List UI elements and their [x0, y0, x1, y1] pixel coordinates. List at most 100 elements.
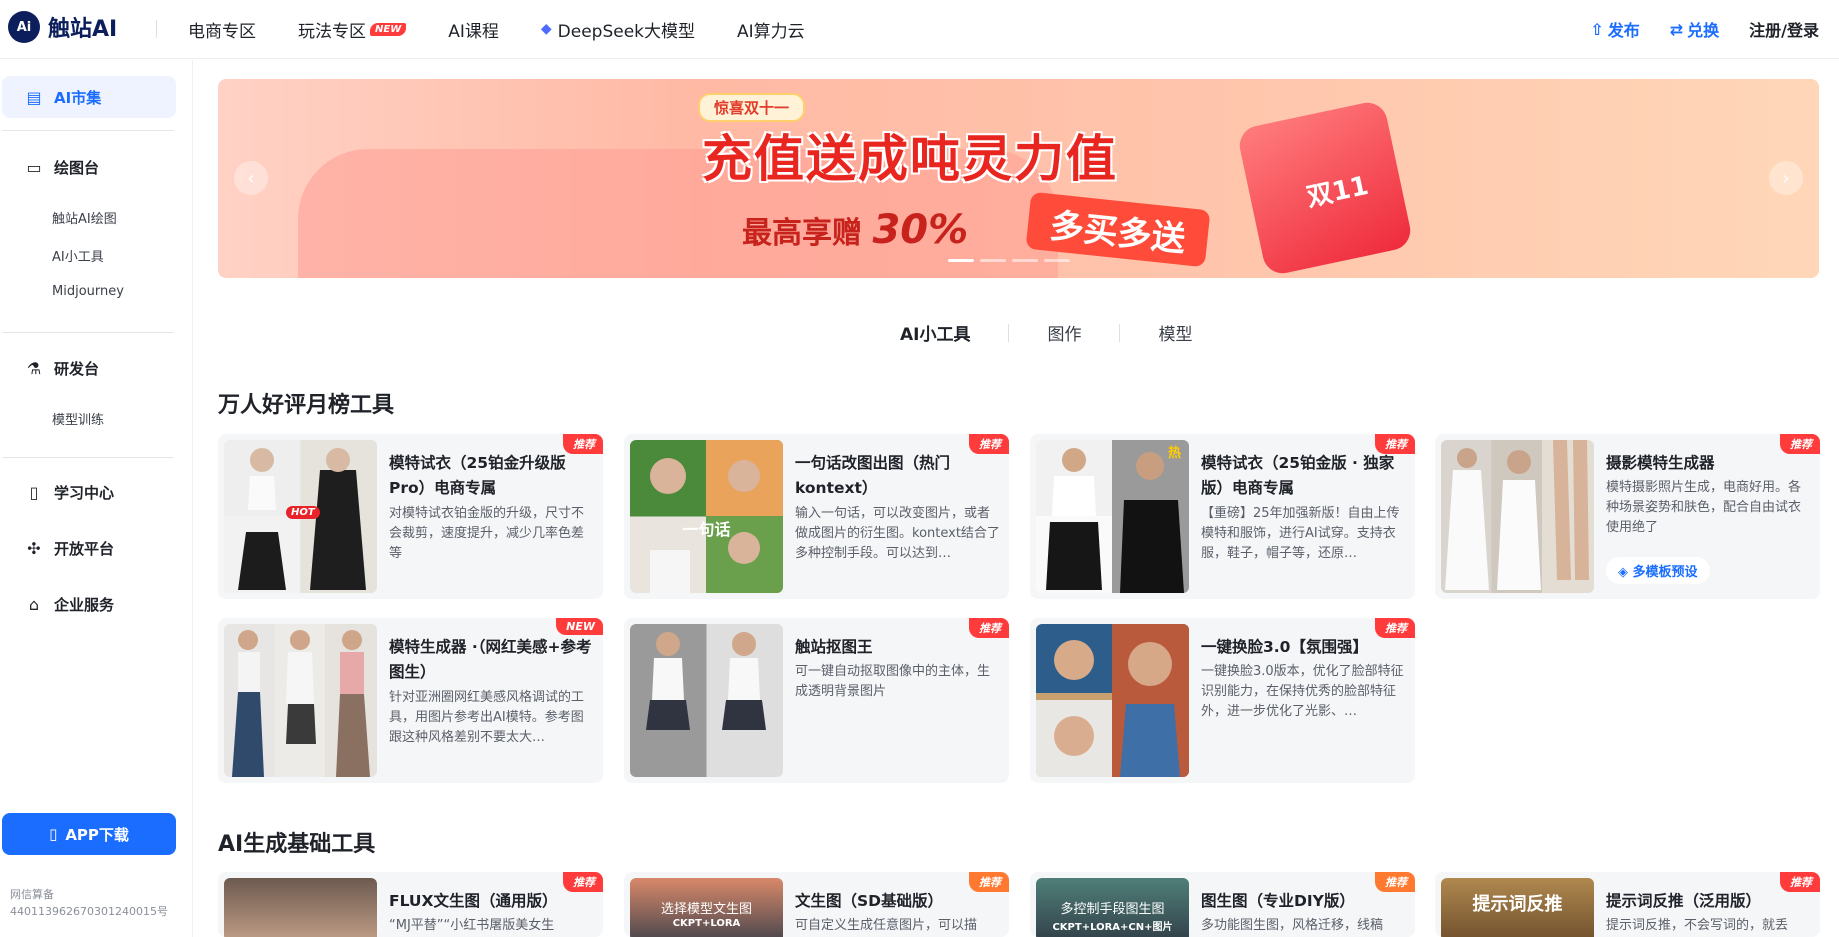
overlay-sublabel: CKPT+LORA: [672, 918, 741, 929]
tool-description: 一键换脸3.0版本，优化了脸部特征识别能力，在保持优秀的脸部特征外，进一步优化了…: [1201, 664, 1404, 719]
banner-tag: 惊喜双十一: [698, 93, 806, 122]
tool-title: FLUX文生图（通用版）: [389, 892, 558, 910]
template-preset-button[interactable]: ◈ 多模板预设: [1606, 557, 1710, 584]
flask-icon: ⚗: [26, 358, 42, 378]
nav-compute-cloud[interactable]: AI算力云: [737, 17, 805, 42]
nav-ecommerce[interactable]: 电商专区: [188, 17, 256, 42]
tool-title: 触站抠图王: [795, 638, 873, 656]
overlay-sublabel: CKPT+LORA+CN+图片: [1052, 922, 1173, 933]
tool-description: “MJ平替”“小红书屠版美女生: [389, 918, 555, 933]
tool-card[interactable]: 提示词反推 推荐 提示词反推（泛用版） 提示词反推，不会写词的，就丢: [1435, 872, 1820, 937]
section-title-basic-tools: AI生成基础工具: [218, 832, 376, 857]
content-tabs: AI小工具 图作 模型: [862, 320, 1230, 345]
canvas-icon: ▭: [26, 157, 42, 177]
exchange-icon: ⇄: [1669, 19, 1684, 39]
login-button[interactable]: 注册/登录: [1749, 17, 1819, 41]
thumbnail-image: [646, 632, 766, 730]
tool-thumbnail: 多控制手段图生图 CKPT+LORA+CN+图片: [1036, 878, 1189, 937]
tab-works[interactable]: 图作: [1009, 320, 1119, 345]
tool-card[interactable]: HOT 推荐 模特试衣（25铂金升级版Pro）电商专属 对模特试衣铂金版的升级，…: [218, 434, 603, 599]
carousel-dot[interactable]: [1012, 259, 1038, 262]
divider: [2, 130, 174, 131]
banner-title: 充值送成吨灵力值: [702, 130, 1118, 188]
divider: [156, 20, 157, 38]
tool-description: 针对亚洲圈网红美感风格调试的工具，用图片参考出AI模特。参考图跟这种风格差别不要…: [389, 690, 585, 745]
tool-thumbnail: 热: [1036, 440, 1189, 593]
nav-courses[interactable]: AI课程: [448, 17, 499, 42]
sidebar-item-midjourney[interactable]: Midjourney: [52, 284, 124, 299]
next-arrow-icon[interactable]: ›: [1769, 161, 1803, 195]
record-info: 网信算备 440113962670301240015号: [10, 888, 168, 918]
tool-thumbnail: [1036, 624, 1189, 777]
tool-description: 多功能图生图，风格迁移，线稿: [1201, 918, 1384, 933]
network-icon: ✣: [27, 538, 41, 558]
tool-card[interactable]: 推荐 摄影模特生成器 模特摄影照片生成，电商好用。各种场景姿势和肤色，配合自由试…: [1435, 434, 1820, 599]
divider: [2, 457, 174, 458]
tool-description: 【重磅】25年加强新版！自由上传模特和服饰，进行AI试穿。支持衣服，鞋子，帽子等…: [1201, 506, 1400, 561]
layers-icon: ◈: [1618, 565, 1633, 580]
carousel-dot[interactable]: [1044, 259, 1070, 262]
tool-card[interactable]: 推荐 FLUX文生图（通用版） “MJ平替”“小红书屠版美女生: [218, 872, 603, 937]
thumbnail-image: [1445, 440, 1589, 590]
tool-title: 一键换脸3.0【氛围强】: [1201, 638, 1368, 656]
tool-title: 摄影模特生成器: [1606, 454, 1715, 472]
sidebar-item-learn[interactable]: ▯ 学习中心: [2, 474, 176, 510]
tool-card[interactable]: 选择模型文生图 CKPT+LORA 推荐 文生图（SD基础版） 可自定义生成任意…: [624, 872, 1009, 937]
tool-card[interactable]: 多控制手段图生图 CKPT+LORA+CN+图片 推荐 图生图（专业DIY版） …: [1030, 872, 1415, 937]
tool-thumbnail: 选择模型文生图 CKPT+LORA: [630, 878, 783, 937]
publish-button[interactable]: ⇧ 发布: [1590, 17, 1639, 41]
tool-card[interactable]: 推荐 一键换脸3.0【氛围强】 一键换脸3.0版本，优化了脸部特征识别能力，在保…: [1030, 618, 1415, 783]
thumbnail-image: [232, 630, 370, 777]
nav-play[interactable]: 玩法专区 NEW: [298, 17, 407, 42]
tool-thumbnail: [224, 624, 377, 777]
market-icon: ▤: [26, 87, 42, 107]
tool-description: 可一键自动抠取图像中的主体，生成透明背景图片: [795, 664, 991, 699]
sidebar-item-enterprise[interactable]: ⌂ 企业服务: [2, 586, 176, 622]
tool-card[interactable]: 热 推荐 模特试衣（25铂金版 · 独家版）电商专属 【重磅】25年加强新版！自…: [1030, 434, 1415, 599]
tool-thumbnail: [224, 878, 377, 937]
nav-deepseek[interactable]: ◆ DeepSeek大模型: [541, 17, 695, 42]
tool-title: 一句话改图出图（热门kontext）: [795, 454, 951, 497]
hot-label: 热: [1167, 446, 1181, 461]
tool-thumbnail: [1441, 440, 1594, 593]
tool-description: 可自定义生成任意图片，可以描: [795, 918, 978, 933]
tool-title: 模特试衣（25铂金版 · 独家版）电商专属: [1201, 454, 1395, 497]
prev-arrow-icon[interactable]: ‹: [234, 161, 268, 195]
tool-thumbnail: 一句话: [630, 440, 783, 593]
main-nav: 电商专区 玩法专区 NEW AI课程 ◆ DeepSeek大模型 AI算力云: [188, 14, 847, 44]
thumbnail-image: [1036, 624, 1189, 777]
tool-card[interactable]: 一句话 推荐 一句话改图出图（热门kontext） 输入一句话，可以改变图片，或…: [624, 434, 1009, 599]
sidebar-item-ai-draw[interactable]: 触站AI绘图: [52, 208, 117, 227]
building-icon: ⌂: [28, 594, 40, 614]
carousel-dot[interactable]: [948, 259, 974, 262]
app-download-button[interactable]: ▯ APP下载: [2, 813, 176, 855]
logo[interactable]: Ai 触站AI: [8, 11, 117, 43]
tool-card[interactable]: 推荐 触站抠图王 可一键自动抠取图像中的主体，生成透明背景图片: [624, 618, 1009, 783]
tool-description: 模特摄影照片生成，电商好用。各种场景姿势和肤色，配合自由试衣使用绝了: [1606, 480, 1802, 535]
overlay-label: 多控制手段图生图: [1060, 902, 1165, 917]
tab-models[interactable]: 模型: [1120, 320, 1230, 345]
sidebar-item-market[interactable]: ▤ AI市集: [2, 76, 176, 118]
sidebar-item-ai-tools[interactable]: AI小工具: [52, 246, 104, 265]
overlay-label: 提示词反推: [1472, 894, 1563, 915]
sidebar: ▤ AI市集 ▭ 绘图台 触站AI绘图 AI小工具 Midjourney ⚗ 研…: [0, 60, 193, 937]
banner-subtitle: 最高享赠 30%: [742, 207, 969, 253]
overlay-label: 一句话: [682, 520, 731, 539]
sidebar-item-draw[interactable]: ▭ 绘图台: [2, 149, 176, 185]
logo-icon: Ai: [8, 11, 40, 43]
carousel-dot[interactable]: [980, 259, 1006, 262]
tab-ai-tools[interactable]: AI小工具: [862, 320, 1008, 345]
tool-card[interactable]: NEW 模特生成器 ·（网红美感+参考图生） 针对亚洲圈网红美感风格调试的工具，…: [218, 618, 603, 783]
divider: [2, 332, 174, 333]
tool-title: 图生图（专业DIY版）: [1201, 892, 1355, 910]
upload-icon: ⇧: [1590, 19, 1604, 39]
redeem-button[interactable]: ⇄ 兑换: [1670, 17, 1719, 41]
hot-label: HOT: [286, 506, 320, 519]
sidebar-item-model-training[interactable]: 模型训练: [52, 409, 104, 428]
sidebar-item-dev[interactable]: ⚗ 研发台: [2, 350, 176, 386]
promo-banner[interactable]: 惊喜双十一 充值送成吨灵力值 最高享赠 30% 多买多送 双11 ‹ ›: [218, 79, 1819, 278]
tool-description: 对模特试衣铂金版的升级，尺寸不会裁剪，速度提升，减少几率色差等: [389, 506, 585, 561]
sidebar-item-open-platform[interactable]: ✣ 开放平台: [2, 530, 176, 566]
new-badge: NEW: [556, 618, 603, 635]
tool-description: 输入一句话，可以改变图片，或者做成图片的衍生图。kontext结合了多种控制手段…: [795, 506, 1000, 561]
